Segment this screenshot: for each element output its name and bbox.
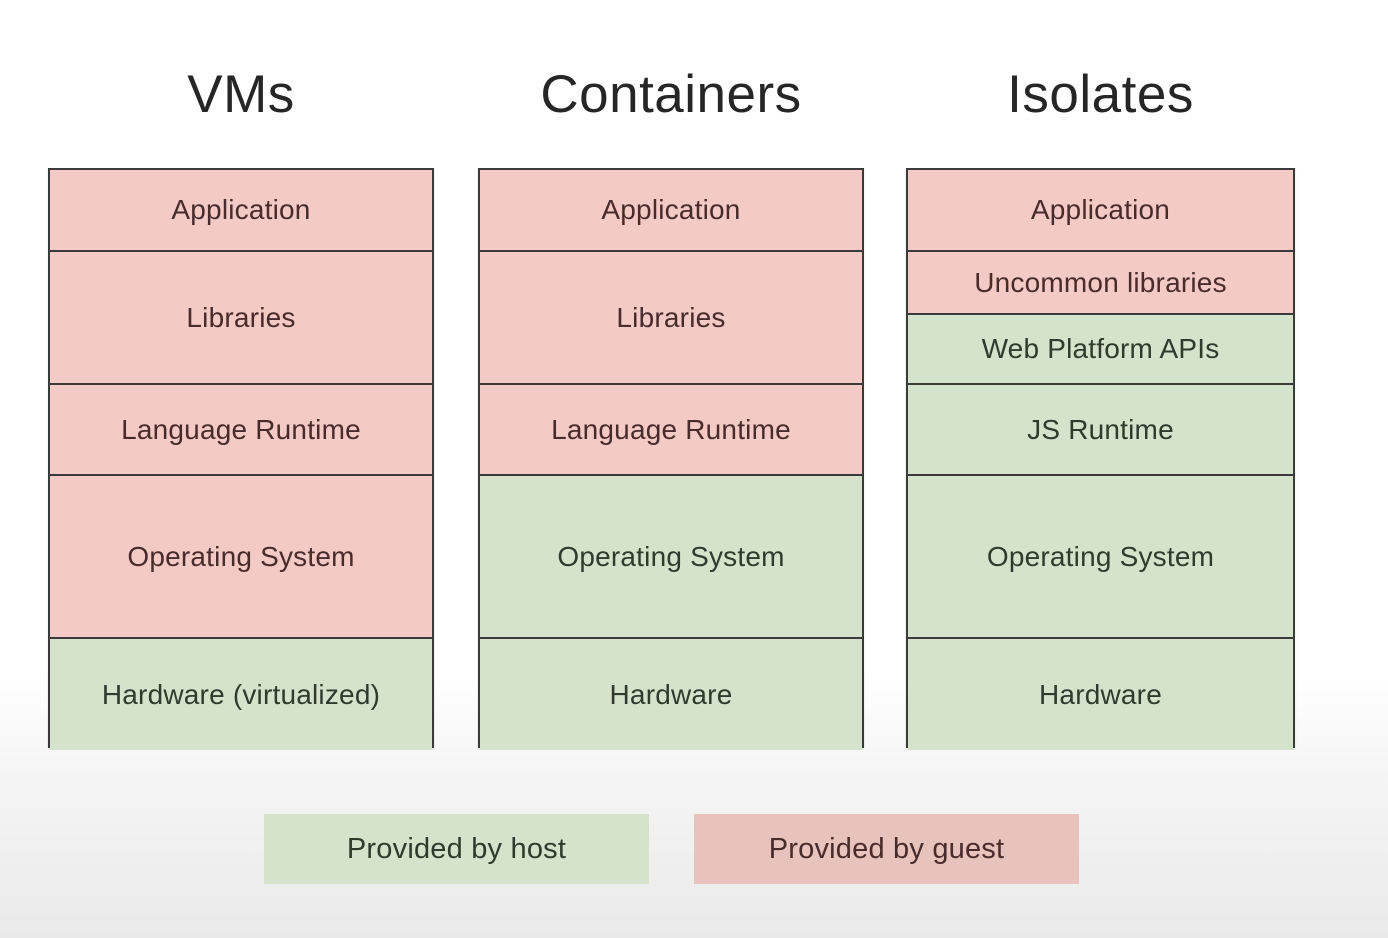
column-title-vms: VMs (187, 65, 295, 124)
stack-layer-containers-hardware: Hardware (480, 639, 862, 750)
stack-layer-label: Operating System (557, 540, 785, 572)
stack-layer-isolates-uncommon-libraries: Uncommon libraries (908, 252, 1293, 315)
stack-layer-label: Hardware (virtualized) (101, 678, 381, 710)
stack-layer-isolates-operating-system: Operating System (908, 476, 1293, 639)
stack-layer-isolates-hardware: Hardware (908, 639, 1293, 750)
stack-layer-vms-language-runtime: Language Runtime (50, 385, 432, 476)
stack-layer-label: Hardware (609, 678, 733, 710)
stack-box-isolates: Application Uncommon libraries Web Platfor… (906, 168, 1295, 750)
legend-swatch-provided-by-host: Provided by host (264, 814, 649, 884)
stack-layer-vms-libraries: Libraries (50, 252, 432, 385)
legend-label-provided-by-host: Provided by host (346, 832, 567, 865)
stack-layer-label: Application (171, 194, 311, 225)
stack-layer-label: Language Runtime (121, 413, 361, 445)
stack-layer-vms-application: Application (50, 170, 432, 252)
stack-layer-isolates-application: Application (908, 170, 1293, 252)
stack-layer-label: JS Runtime (1027, 413, 1174, 445)
stack-layer-label: Hardware (1039, 678, 1162, 710)
stack-layer-vms-operating-system: Operating System (50, 476, 432, 639)
stack-columns-area: VMs Application Libraries Language Runtime… (0, 0, 1388, 760)
stack-layer-containers-language-runtime: Language Runtime (480, 385, 862, 476)
stack-layer-vms-hardware-virtualized: Hardware (virtualized) (50, 639, 432, 750)
legend-swatch-provided-by-guest: Provided by guest (694, 814, 1079, 884)
stack-layer-label: Application (1030, 194, 1171, 225)
stack-layer-label: Libraries (616, 301, 726, 333)
stack-layer-label: Application (601, 194, 741, 225)
stack-layer-label: Language Runtime (551, 413, 791, 445)
legend-label-provided-by-guest: Provided by guest (768, 832, 1005, 865)
stack-layer-label: Operating System (127, 540, 355, 572)
stack-layer-label: Libraries (186, 301, 296, 333)
stack-box-vms: Application Libraries Language Runtime Oper… (48, 168, 434, 750)
stack-layer-containers-operating-system: Operating System (480, 476, 862, 639)
stack-layer-isolates-web-platform-apis: Web Platform APIs (908, 315, 1293, 385)
stack-layer-label: Operating System (986, 540, 1215, 572)
stack-layer-label: Web Platform APIs (981, 333, 1220, 364)
stack-layer-isolates-js-runtime: JS Runtime (908, 385, 1293, 476)
legend: Provided by host Provided by guest (0, 814, 1388, 884)
column-title-containers: Containers (540, 65, 802, 124)
column-title-isolates: Isolates (1007, 65, 1194, 124)
stack-layer-containers-application: Application (480, 170, 862, 252)
stack-layer-containers-libraries: Libraries (480, 252, 862, 385)
stack-box-containers: Application Libraries Language Runtime Oper… (478, 168, 864, 750)
stack-layer-label: Uncommon libraries (974, 266, 1227, 298)
isolation-models-comparison-diagram: VMs Application Libraries Language Runtime… (0, 0, 1388, 938)
